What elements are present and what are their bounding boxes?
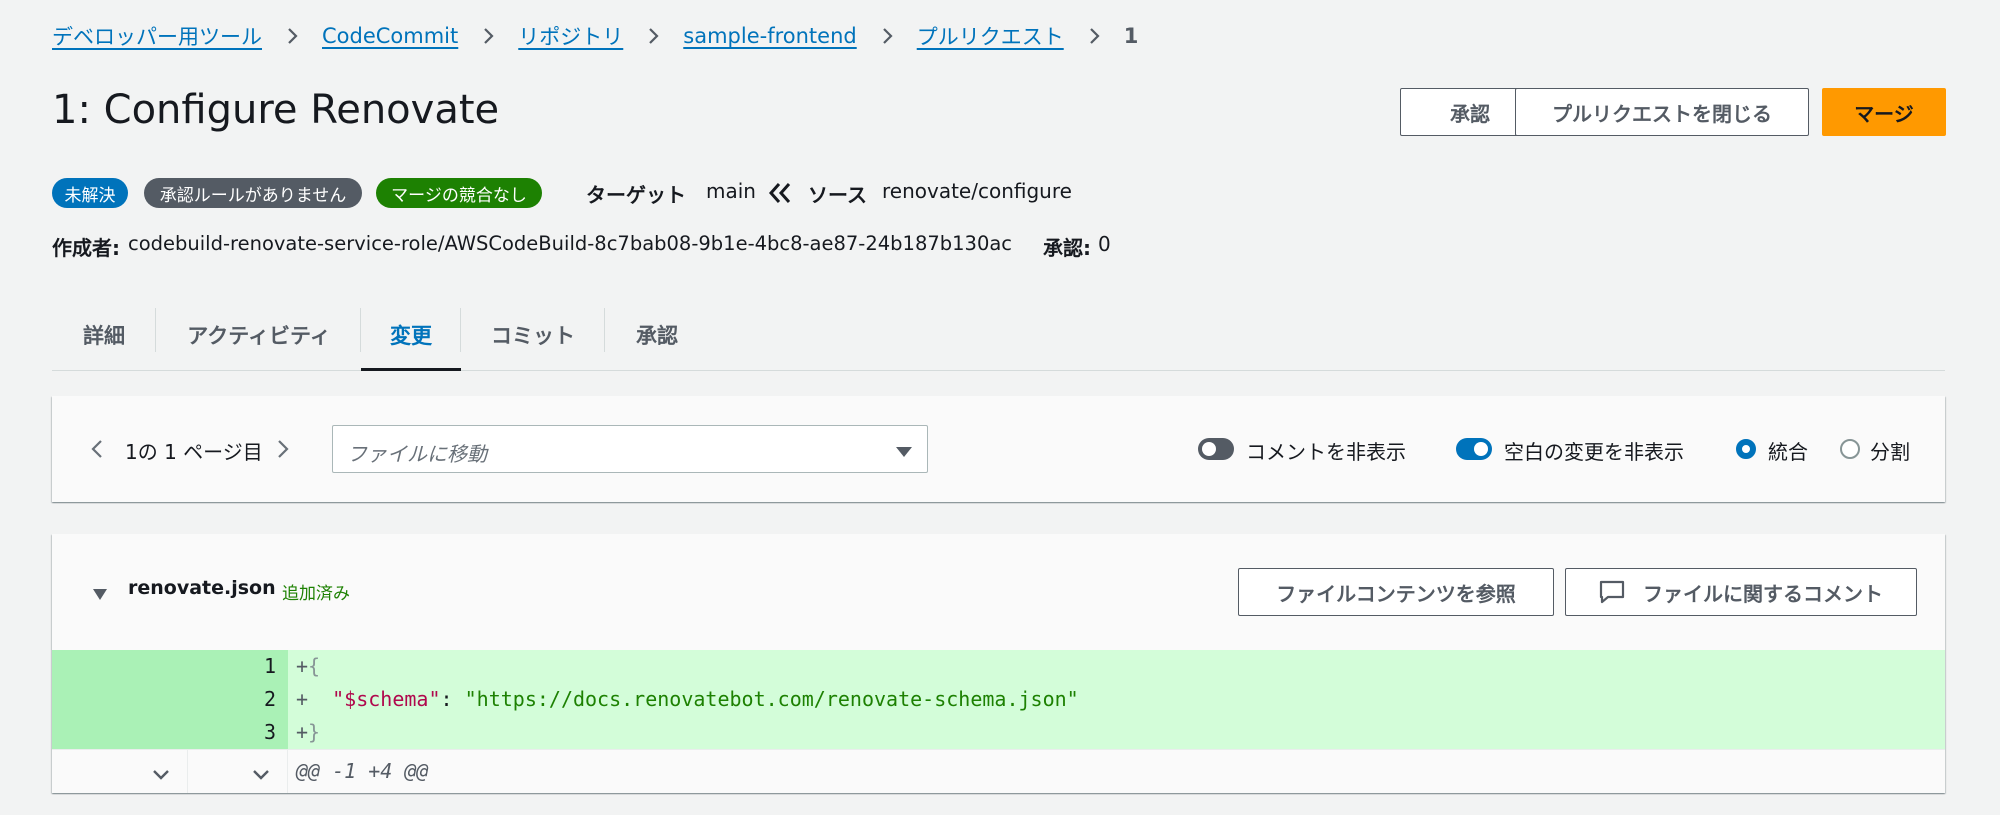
chevron-right-icon — [478, 26, 498, 46]
file-comment-button[interactable]: ファイルに関するコメント — [1565, 568, 1917, 616]
line-code: +{ — [296, 654, 321, 678]
hide-comments-label: コメントを非表示 — [1246, 440, 1406, 464]
caret-down-icon[interactable] — [92, 586, 108, 600]
source-label: ソース — [808, 183, 867, 207]
split-view-label: 分割 — [1870, 440, 1910, 464]
chevron-left-icon[interactable] — [90, 439, 104, 459]
diff-line: 3 +} — [52, 716, 1945, 749]
tab-bar: 詳細 アクティビティ 変更 コミット 承認 — [52, 300, 1945, 371]
target-label: ターゲット — [586, 183, 686, 207]
status-badge-merge-conflicts: マージの競合なし — [376, 178, 542, 208]
breadcrumb-repository[interactable]: sample-frontend — [683, 24, 856, 48]
breadcrumb: デベロッパー用ツール CodeCommit リポジトリ sample-front… — [52, 20, 1138, 52]
breadcrumb-current: 1 — [1123, 24, 1139, 48]
status-badge-approval-rules: 承認ルールがありません — [144, 178, 362, 208]
active-tab-indicator — [361, 368, 461, 371]
merge-button[interactable]: マージ — [1822, 88, 1946, 136]
expand-chevron-icon[interactable] — [252, 763, 270, 780]
file-name: renovate.json — [128, 577, 276, 599]
tab-approvals[interactable]: 承認 — [605, 300, 709, 370]
close-pull-request-button[interactable]: プルリクエストを閉じる — [1515, 88, 1809, 136]
browse-file-contents-button[interactable]: ファイルコンテンツを参照 — [1238, 568, 1554, 616]
unified-view-radio[interactable] — [1736, 439, 1756, 459]
double-chevron-left-icon — [766, 180, 794, 206]
status-badge-open: 未解決 — [52, 178, 128, 208]
comment-icon — [1599, 580, 1625, 604]
target-branch: main — [706, 179, 756, 203]
chevron-right-icon — [282, 26, 302, 46]
caret-down-icon — [895, 443, 913, 457]
breadcrumb-repositories[interactable]: リポジトリ — [518, 21, 623, 51]
file-jump-select[interactable]: ファイルに移動 — [332, 425, 928, 473]
tab-changes-label: 変更 — [390, 324, 432, 348]
toggle-knob — [1474, 442, 1488, 456]
line-number: 2 — [263, 687, 276, 711]
author-value: codebuild-renovate-service-role/AWSCodeB… — [128, 232, 1013, 255]
line-number: 3 — [263, 720, 276, 744]
file-jump-placeholder: ファイルに移動 — [347, 442, 487, 466]
breadcrumb-codecommit[interactable]: CodeCommit — [322, 24, 458, 48]
toggle-knob — [1202, 442, 1216, 456]
hunk-row: @@ -1 +4 @@ — [52, 749, 1945, 793]
file-comment-label: ファイルに関するコメント — [1643, 581, 1883, 606]
breadcrumb-developer-tools[interactable]: デベロッパー用ツール — [52, 21, 262, 51]
tab-changes[interactable]: 変更 — [361, 300, 461, 371]
line-number: 1 — [263, 654, 276, 678]
chevron-right-icon — [643, 26, 663, 46]
approvals-label: 承認: — [1043, 236, 1091, 260]
chevron-right-icon — [877, 26, 897, 46]
split-view-radio[interactable] — [1840, 439, 1860, 459]
page-indicator: 1の 1 ページ目 — [125, 440, 263, 464]
unified-view-label: 統合 — [1768, 440, 1808, 464]
file-status: 追加済み — [282, 584, 350, 604]
tab-activity[interactable]: アクティビティ — [156, 300, 362, 370]
line-code: +} — [296, 720, 321, 744]
breadcrumb-pull-requests[interactable]: プルリクエスト — [917, 21, 1064, 51]
expand-chevron-icon[interactable] — [152, 763, 170, 780]
line-code: + "$schema": "https://docs.renovatebot.c… — [296, 687, 1079, 711]
approvals-count: 0 — [1098, 232, 1111, 256]
author-label: 作成者: — [52, 236, 120, 260]
diff-line: 2 + "$schema": "https://docs.renovatebot… — [52, 683, 1945, 716]
tab-details[interactable]: 詳細 — [52, 300, 156, 370]
hide-whitespace-toggle[interactable] — [1456, 438, 1492, 460]
diff-toolbar: 1の 1 ページ目 ファイルに移動 コメントを非表示 空白の変更を非表示 統合 … — [52, 396, 1945, 502]
file-diff-panel: renovate.json 追加済み ファイルコンテンツを参照 ファイルに関する… — [52, 534, 1945, 793]
diff-line: 1 +{ — [52, 650, 1945, 683]
file-header: renovate.json 追加済み ファイルコンテンツを参照 ファイルに関する… — [52, 534, 1945, 650]
chevron-right-icon — [1084, 26, 1104, 46]
tab-commits[interactable]: コミット — [461, 300, 605, 370]
source-branch: renovate/configure — [882, 179, 1072, 203]
hunk-header: @@ -1 +4 @@ — [296, 759, 429, 783]
page-title: 1: Configure Renovate — [52, 87, 500, 133]
hide-whitespace-label: 空白の変更を非表示 — [1504, 440, 1684, 464]
hide-comments-toggle[interactable] — [1198, 438, 1234, 460]
chevron-right-icon[interactable] — [276, 439, 290, 459]
